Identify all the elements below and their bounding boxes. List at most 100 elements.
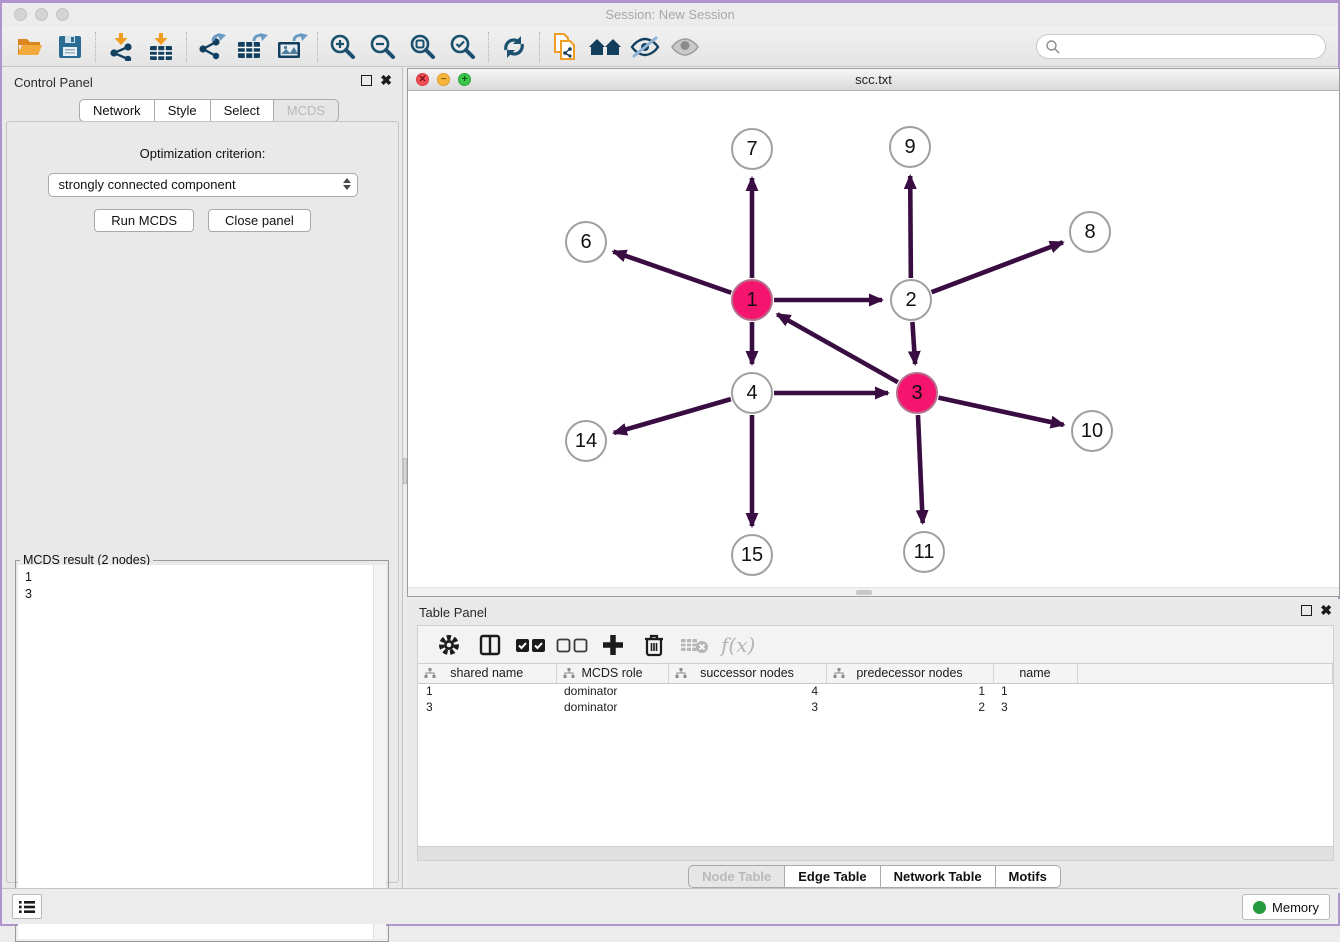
show-column-button[interactable] xyxy=(471,630,508,660)
table-tabs: Node TableEdge TableNetwork TableMotifs xyxy=(407,865,1340,888)
graph-edge-1-6[interactable] xyxy=(613,252,731,293)
tab-motifs[interactable]: Motifs xyxy=(995,865,1061,888)
graph-node-10[interactable]: 10 xyxy=(1071,410,1113,452)
table-cell[interactable]: 1 xyxy=(418,683,556,699)
network-from-selection-button[interactable] xyxy=(545,31,585,63)
tab-node-table[interactable]: Node Table xyxy=(688,865,785,888)
tab-network-table[interactable]: Network Table xyxy=(880,865,996,888)
save-session-button[interactable] xyxy=(50,31,90,63)
criterion-dropdown[interactable]: strongly connected component xyxy=(48,173,358,197)
table-header-row[interactable]: shared nameMCDS rolesuccessor nodesprede… xyxy=(418,664,1333,683)
graph-node-11[interactable]: 11 xyxy=(903,531,945,573)
close-table-panel-icon[interactable]: ✖ xyxy=(1320,605,1332,616)
export-image-button[interactable] xyxy=(272,31,312,63)
refresh-layout-button[interactable] xyxy=(494,31,534,63)
select-all-button[interactable] xyxy=(512,630,549,660)
show-all-button[interactable] xyxy=(665,31,705,63)
canvas-h-scrollbar[interactable] xyxy=(408,587,1339,596)
network-canvas[interactable]: 7 9 6 8 1 2 4 3 14 10 15 11 xyxy=(408,91,1339,596)
zoom-in-button[interactable] xyxy=(323,31,363,63)
table-cell[interactable]: dominator xyxy=(556,683,668,699)
table-bottom-strip xyxy=(417,847,1334,861)
zoom-selected-button[interactable] xyxy=(443,31,483,63)
table-cell[interactable]: 3 xyxy=(993,699,1077,715)
close-panel-icon[interactable]: ✖ xyxy=(380,75,392,86)
mcds-result-text[interactable]: 13 xyxy=(18,565,386,939)
close-panel-button[interactable]: Close panel xyxy=(208,209,311,232)
graph-node-6[interactable]: 6 xyxy=(565,221,607,263)
table-cell[interactable]: 3 xyxy=(668,699,826,715)
graph-node-7[interactable]: 7 xyxy=(731,128,773,170)
graph-node-4[interactable]: 4 xyxy=(731,372,773,414)
hide-selected-button[interactable] xyxy=(625,31,665,63)
table-cell[interactable]: 3 xyxy=(418,699,556,715)
table-row[interactable]: 1dominator411 xyxy=(418,683,1333,699)
delete-table-icon xyxy=(680,635,710,655)
graph-edge-2-9[interactable] xyxy=(910,176,911,278)
table-cell[interactable]: dominator xyxy=(556,699,668,715)
graph-edge-2-3[interactable] xyxy=(912,322,915,364)
column-header-MCDS-role[interactable]: MCDS role xyxy=(556,664,668,683)
graph-edge-3-11[interactable] xyxy=(918,415,923,523)
tab-mcds[interactable]: MCDS xyxy=(273,99,339,122)
graph-edge-4-14[interactable] xyxy=(614,399,731,433)
import-table-button[interactable] xyxy=(141,31,181,63)
table-cell[interactable]: 2 xyxy=(826,699,993,715)
export-table-button[interactable] xyxy=(232,31,272,63)
delete-table-button[interactable] xyxy=(676,630,713,660)
graph-edge-3-1[interactable] xyxy=(777,314,898,382)
search-field[interactable] xyxy=(1036,34,1326,59)
open-file-icon xyxy=(16,34,44,60)
graph-node-1[interactable]: 1 xyxy=(731,279,773,321)
export-network-button[interactable] xyxy=(192,31,232,63)
table-row[interactable]: 3dominator323 xyxy=(418,699,1333,715)
tab-network[interactable]: Network xyxy=(79,99,155,122)
optimization-criterion-label: Optimization criterion: xyxy=(7,146,398,161)
graph-node-14[interactable]: 14 xyxy=(565,420,607,462)
network-from-selection-icon xyxy=(551,32,579,62)
zoom-out-button[interactable] xyxy=(363,31,403,63)
graph-edge-3-10[interactable] xyxy=(938,398,1063,425)
import-network-button[interactable] xyxy=(101,31,141,63)
network-title: scc.txt xyxy=(408,72,1339,87)
network-window-titlebar[interactable]: ✕ − + scc.txt xyxy=(408,69,1339,91)
open-file-button[interactable] xyxy=(10,31,50,63)
column-header-shared-name[interactable]: shared name xyxy=(418,664,556,683)
column-header-successor-nodes[interactable]: successor nodes xyxy=(668,664,826,683)
column-header-predecessor-nodes[interactable]: predecessor nodes xyxy=(826,664,993,683)
zoom-fit-button[interactable] xyxy=(403,31,443,63)
settings-button[interactable] xyxy=(430,630,467,660)
graph-node-2[interactable]: 2 xyxy=(890,279,932,321)
result-scrollbar[interactable] xyxy=(373,565,386,939)
column-header-name[interactable]: name xyxy=(993,664,1077,683)
float-panel-icon[interactable] xyxy=(361,75,372,86)
graph-node-8[interactable]: 8 xyxy=(1069,211,1111,253)
graph-edge-2-8[interactable] xyxy=(932,242,1063,292)
toolbar-separator xyxy=(186,32,187,62)
run-mcds-button[interactable]: Run MCDS xyxy=(94,209,194,232)
graph-node-3[interactable]: 3 xyxy=(896,372,938,414)
memory-button[interactable]: Memory xyxy=(1242,894,1330,920)
table-cell[interactable]: 1 xyxy=(993,683,1077,699)
task-history-button[interactable] xyxy=(12,894,42,919)
first-neighbors-button[interactable] xyxy=(585,31,625,63)
delete-icon xyxy=(642,633,666,657)
table-cell[interactable]: 4 xyxy=(668,683,826,699)
toolbar-separator xyxy=(95,32,96,62)
mcds-result-group: MCDS result (2 nodes) 13 xyxy=(15,560,389,942)
tab-style[interactable]: Style xyxy=(154,99,211,122)
scrollbar-thumb[interactable] xyxy=(856,590,872,595)
float-table-panel-icon[interactable] xyxy=(1301,605,1312,616)
export-table-icon xyxy=(236,33,268,61)
delete-button[interactable] xyxy=(635,630,672,660)
graph-node-15[interactable]: 15 xyxy=(731,534,773,576)
graph-node-9[interactable]: 9 xyxy=(889,126,931,168)
deselect-all-button[interactable] xyxy=(553,630,590,660)
tab-select[interactable]: Select xyxy=(210,99,274,122)
control-panel-title: Control Panel xyxy=(14,75,93,90)
add-button[interactable] xyxy=(594,630,631,660)
table-cell[interactable]: 1 xyxy=(826,683,993,699)
function-builder-icon[interactable]: f(x) xyxy=(721,633,755,657)
tab-edge-table[interactable]: Edge Table xyxy=(784,865,880,888)
search-input[interactable] xyxy=(1061,39,1325,54)
